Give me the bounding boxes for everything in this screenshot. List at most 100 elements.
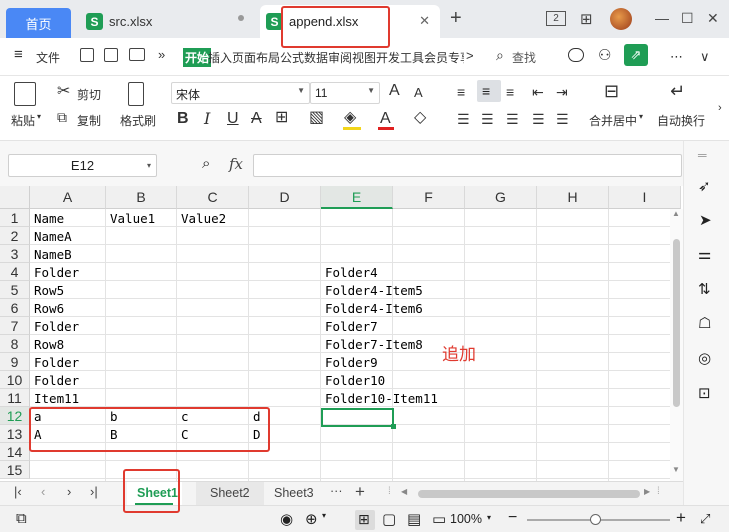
apps-grid-icon[interactable]: ⊞	[580, 10, 593, 28]
fullscreen-icon[interactable]: ⤢	[700, 511, 710, 527]
close-window-button[interactable]: ✕	[707, 10, 719, 27]
justify-icon[interactable]: ☰	[532, 111, 545, 127]
zoom-slider-knob[interactable]	[590, 514, 601, 525]
underline-button[interactable]: U	[227, 111, 239, 127]
minimize-button[interactable]: —	[655, 10, 669, 26]
export-icon[interactable]	[104, 48, 118, 62]
fill-pattern-icon[interactable]: ▧	[309, 110, 324, 126]
new-tab-button[interactable]: +	[450, 7, 462, 30]
cell-e4[interactable]: Folder4	[321, 263, 378, 281]
search-label[interactable]: 查找	[512, 49, 536, 66]
zoom-out-button[interactable]: −	[508, 509, 517, 527]
vertical-scrollbar[interactable]: ▲ ▼	[670, 209, 683, 481]
tab-home[interactable]: 首页	[6, 8, 71, 38]
row-header-1[interactable]: 1	[0, 209, 30, 227]
row-header-6[interactable]: 6	[0, 299, 30, 317]
more-quick-icon[interactable]: »	[158, 47, 165, 62]
name-box[interactable]: E12 ▾	[8, 154, 157, 177]
screen-record-icon[interactable]: ⧉	[16, 510, 27, 527]
column-header-b[interactable]: B	[106, 186, 177, 209]
ribbon-scroll-right-icon[interactable]: ›	[718, 102, 722, 114]
paste-icon[interactable]	[14, 82, 36, 106]
align-left-icon[interactable]: ☰	[457, 111, 470, 127]
prev-sheet-icon[interactable]: ‹	[41, 484, 45, 499]
cell-a5[interactable]: Row5	[30, 281, 64, 299]
column-header-e[interactable]: E	[321, 186, 393, 209]
transform-icon[interactable]: ⇅	[698, 280, 711, 298]
cell-b1[interactable]: Value1	[106, 209, 155, 227]
page-layout-icon[interactable]: ▢	[382, 510, 396, 528]
layout-icon[interactable]: 2	[546, 11, 566, 26]
cloud-sync-icon[interactable]	[568, 48, 584, 62]
cut-button[interactable]: 剪切	[77, 86, 101, 103]
cell-a11[interactable]: Item11	[30, 389, 79, 407]
menu-file[interactable]: 文件	[36, 49, 60, 66]
normal-view-button[interactable]: ⊞	[355, 510, 375, 530]
select-all-corner[interactable]	[0, 186, 30, 209]
fx-icon[interactable]: fx	[229, 155, 243, 173]
fill-color-icon[interactable]: ◈	[344, 110, 356, 126]
search-icon[interactable]: ⌕	[496, 47, 504, 64]
cell-e9[interactable]: Folder9	[321, 353, 378, 371]
collaborate-icon[interactable]: ⚇	[598, 46, 611, 64]
row-header-7[interactable]: 7	[0, 317, 30, 335]
zoom-level[interactable]: 100%	[450, 512, 482, 526]
strikethrough-button[interactable]: A	[251, 111, 262, 127]
save-icon[interactable]	[80, 48, 94, 62]
row-header-3[interactable]: 3	[0, 245, 30, 263]
merge-center-button[interactable]: 合并居中	[589, 112, 637, 129]
align-middle-button[interactable]: ≡	[477, 80, 501, 102]
reading-view-icon[interactable]: ▭	[432, 510, 446, 528]
rocket-icon[interactable]: ➶	[698, 177, 711, 195]
avatar[interactable]	[610, 8, 632, 30]
print-icon[interactable]	[129, 48, 145, 61]
first-sheet-icon[interactable]: |‹	[14, 484, 22, 499]
tab-src-xlsx[interactable]: S src.xlsx	[80, 5, 252, 38]
scroll-down-icon[interactable]: ▼	[672, 465, 680, 474]
column-header-d[interactable]: D	[249, 186, 321, 209]
book-search-icon[interactable]: ⊡	[698, 384, 711, 402]
zoom-formula-icon[interactable]: ⌕	[202, 155, 210, 172]
indent-increase-icon[interactable]: ⇥	[556, 84, 568, 100]
cell-e10[interactable]: Folder10	[321, 371, 385, 389]
next-sheet-icon[interactable]: ›	[67, 484, 71, 499]
cell-c1[interactable]: Value2	[177, 209, 226, 227]
page-break-icon[interactable]: ▤	[407, 510, 421, 528]
cell-a3[interactable]: NameB	[30, 245, 72, 263]
cell-a1[interactable]: Name	[30, 209, 64, 227]
column-header-c[interactable]: C	[177, 186, 249, 209]
decrease-font-icon[interactable]: A	[414, 85, 423, 101]
bold-button[interactable]: B	[177, 111, 189, 127]
align-right-icon[interactable]: ☰	[506, 111, 519, 127]
adjust-icon[interactable]: ⚌	[698, 245, 711, 263]
horizontal-scroll-thumb[interactable]	[418, 490, 640, 498]
close-tab-icon[interactable]: ✕	[419, 13, 430, 29]
hamburger-icon[interactable]: ≡	[14, 46, 23, 63]
cell-a6[interactable]: Row6	[30, 299, 64, 317]
view-mode-icon[interactable]: ⊕	[305, 510, 318, 528]
align-top-icon[interactable]: ≡	[457, 84, 465, 100]
share-icon[interactable]: ⇗	[624, 44, 648, 66]
cursor-icon[interactable]: ➤	[699, 211, 712, 229]
eraser-icon[interactable]: ◇	[414, 110, 426, 126]
paste-button[interactable]: 粘贴	[11, 112, 35, 129]
align-center-icon[interactable]: ☰	[481, 111, 494, 127]
fill-handle[interactable]	[391, 424, 396, 429]
column-header-f[interactable]: F	[393, 186, 465, 209]
vertical-scroll-thumb[interactable]	[673, 239, 680, 407]
cell-a10[interactable]: Folder	[30, 371, 79, 389]
font-size-select[interactable]: 11 ▼	[310, 82, 380, 104]
cell-e8[interactable]: Folder7-Item8	[321, 335, 423, 353]
distribute-icon[interactable]: ☰	[556, 111, 569, 127]
increase-font-icon[interactable]: A	[389, 83, 400, 99]
cell-e6[interactable]: Folder4-Item6	[321, 299, 423, 317]
menu-more-button[interactable]: >	[466, 48, 474, 63]
scroll-left-icon[interactable]: ◀	[401, 487, 407, 496]
more-sheets-button[interactable]: ···	[330, 484, 343, 498]
borders-icon[interactable]: ⊞	[275, 110, 288, 126]
cell-e5[interactable]: Folder4-Item5	[321, 281, 423, 299]
column-header-a[interactable]: A	[30, 186, 106, 209]
robot-icon[interactable]: ☖	[698, 314, 711, 332]
row-header-8[interactable]: 8	[0, 335, 30, 353]
wrap-text-button[interactable]: 自动换行	[657, 112, 705, 129]
